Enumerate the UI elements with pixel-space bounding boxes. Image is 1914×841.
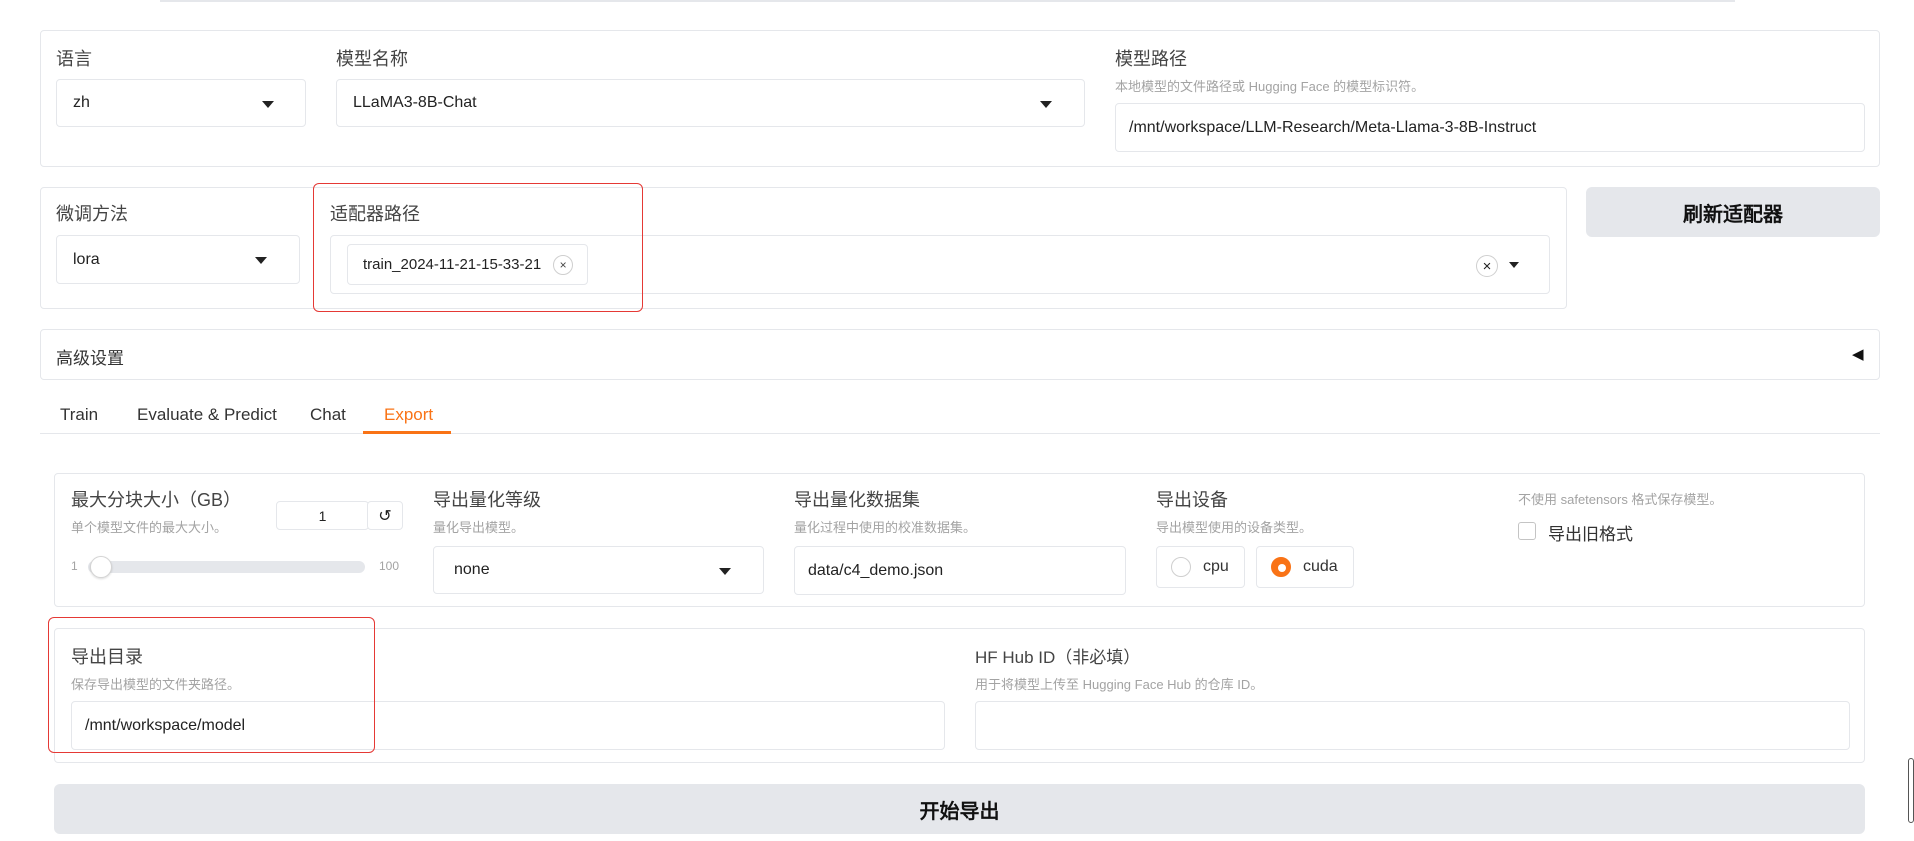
legacy-format-checkbox[interactable]	[1518, 522, 1536, 540]
start-export-button[interactable]: 开始导出	[54, 784, 1865, 834]
quant-dataset-value: data/c4_demo.json	[808, 561, 944, 579]
max-shard-slider-track[interactable]	[88, 561, 365, 573]
chevron-down-icon	[255, 257, 267, 264]
device-option-cuda-label: cuda	[1303, 558, 1338, 575]
max-shard-value: 1	[318, 507, 327, 524]
quant-bit-value: none	[454, 561, 490, 578]
device-option-cuda[interactable]: cuda	[1256, 546, 1354, 588]
export-device-label: 导出设备	[1156, 490, 1228, 510]
collapse-arrow-icon[interactable]: ◀	[1852, 345, 1864, 363]
legacy-format-label[interactable]: 导出旧格式	[1548, 520, 1633, 545]
radio-cuda[interactable]	[1271, 557, 1291, 577]
max-shard-number-input[interactable]: 1	[276, 501, 369, 530]
radio-cpu[interactable]	[1171, 557, 1191, 577]
highlight-box-adapter	[313, 183, 643, 312]
model-path-label: 模型路径	[1115, 49, 1187, 69]
finetune-method-label: 微调方法	[56, 204, 128, 224]
quant-dataset-label: 导出量化数据集	[794, 490, 920, 510]
hub-id-hint: 用于将模型上传至 Hugging Face Hub 的仓库 ID。	[975, 677, 1264, 692]
max-shard-hint: 单个模型文件的最大大小。	[71, 520, 228, 535]
tab-evaluate-predict[interactable]: Evaluate & Predict	[137, 405, 277, 425]
advanced-settings-accordion[interactable]: 高级设置 ◀	[40, 329, 1880, 380]
language-label: 语言	[56, 49, 92, 69]
slider-max-label: 100	[379, 559, 400, 573]
language-value: zh	[73, 94, 90, 111]
refresh-adapters-button[interactable]: 刷新适配器	[1586, 187, 1880, 237]
hub-id-input[interactable]	[975, 701, 1850, 750]
scrollbar-handle[interactable]	[1908, 758, 1914, 823]
quant-bit-select[interactable]: none	[433, 546, 764, 594]
model-path-input[interactable]: /mnt/workspace/LLM-Research/Meta-Llama-3…	[1115, 103, 1865, 152]
device-option-cpu-label: cpu	[1203, 558, 1229, 575]
advanced-settings-title: 高级设置	[56, 349, 124, 368]
reset-button[interactable]: ↺	[367, 501, 403, 530]
chevron-down-icon	[1040, 101, 1052, 108]
export-device-hint: 导出模型使用的设备类型。	[1156, 520, 1313, 535]
model-name-value: LLaMA3-8B-Chat	[353, 94, 477, 111]
max-shard-label: 最大分块大小（GB）	[71, 490, 242, 510]
slider-min-label: 1	[71, 559, 78, 573]
quant-dataset-input[interactable]: data/c4_demo.json	[794, 546, 1126, 595]
quant-dataset-hint: 量化过程中使用的校准数据集。	[794, 520, 977, 535]
max-shard-slider-thumb[interactable]	[90, 556, 112, 578]
finetune-method-value: lora	[73, 250, 100, 268]
reset-icon: ↺	[378, 507, 392, 525]
model-path-value: /mnt/workspace/LLM-Research/Meta-Llama-3…	[1129, 118, 1537, 136]
top-scroll-edge	[160, 0, 1735, 2]
finetune-method-select[interactable]: lora	[56, 235, 300, 284]
device-option-cpu[interactable]: cpu	[1156, 546, 1245, 588]
highlight-box-export-dir	[48, 617, 375, 753]
model-name-label: 模型名称	[336, 49, 408, 69]
tab-export[interactable]: Export	[384, 405, 433, 425]
hub-id-label: HF Hub ID（非必填）	[975, 648, 1141, 667]
clear-icon[interactable]: ×	[1476, 255, 1498, 277]
chevron-down-icon[interactable]	[1509, 262, 1519, 268]
active-tab-indicator	[363, 431, 451, 434]
tabs-divider	[40, 433, 1880, 434]
tab-train[interactable]: Train	[60, 405, 98, 425]
tab-chat[interactable]: Chat	[310, 405, 346, 425]
model-path-hint: 本地模型的文件路径或 Hugging Face 的模型标识符。	[1115, 79, 1425, 94]
chevron-down-icon	[719, 568, 731, 575]
language-select[interactable]: zh	[56, 79, 306, 127]
model-name-select[interactable]: LLaMA3-8B-Chat	[336, 79, 1085, 127]
quant-bit-label: 导出量化等级	[433, 490, 541, 510]
quant-bit-hint: 量化导出模型。	[433, 520, 525, 535]
legacy-format-hint: 不使用 safetensors 格式保存模型。	[1518, 492, 1723, 507]
chevron-down-icon	[262, 101, 274, 108]
